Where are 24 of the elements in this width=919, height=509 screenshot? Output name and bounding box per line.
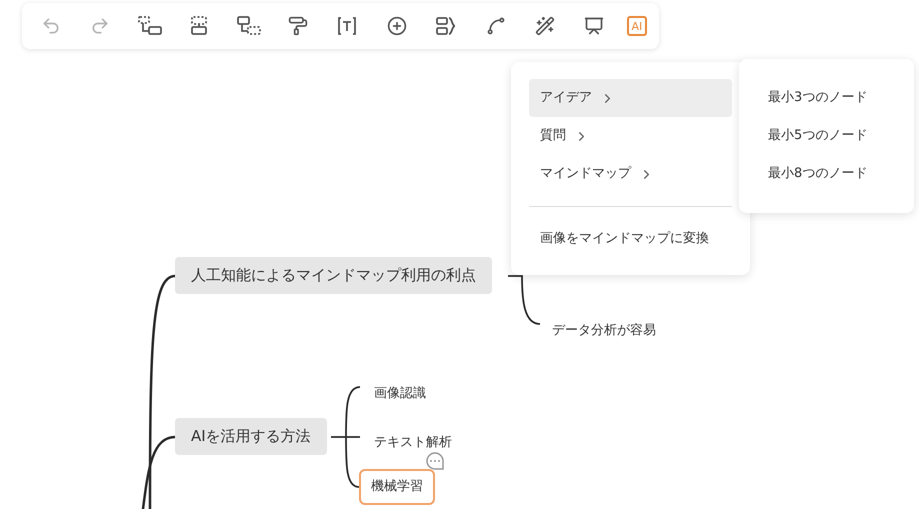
undo-icon — [41, 16, 61, 36]
submenu-item[interactable]: 最小5つのノード — [768, 117, 914, 155]
add-sibling-node-icon — [189, 15, 210, 37]
menu-item-label: マインドマップ — [540, 165, 631, 184]
text-box-icon — [336, 15, 358, 37]
paint-roller-icon — [288, 16, 308, 36]
subtopic-node[interactable]: 機械学習 — [359, 469, 435, 504]
add-circle-icon — [386, 16, 407, 36]
redo-icon — [90, 16, 110, 36]
topic-node[interactable]: 人工知能によるマインドマップ利用の利点 — [175, 257, 492, 294]
menu-item-label: 質問 — [540, 127, 566, 146]
topic-node[interactable]: AIを活用する方法 — [175, 418, 327, 454]
add-child-node-icon — [136, 15, 163, 37]
menu-item-label: アイデア — [540, 89, 592, 108]
magic-wand-icon — [535, 16, 556, 36]
add-parent-node-icon — [236, 15, 262, 37]
menu-item[interactable]: アイデア — [529, 79, 732, 117]
comment-icon[interactable] — [425, 451, 445, 471]
summary-bracket-icon — [435, 15, 458, 37]
menu-item-label: 画像をマインドマップに変換 — [540, 230, 709, 248]
curve-connector-icon — [486, 16, 506, 36]
presentation-icon — [584, 16, 604, 36]
submenu-item[interactable]: 最小3つのノード — [768, 79, 914, 117]
submenu-item[interactable]: 最小8つのノード — [768, 155, 914, 193]
